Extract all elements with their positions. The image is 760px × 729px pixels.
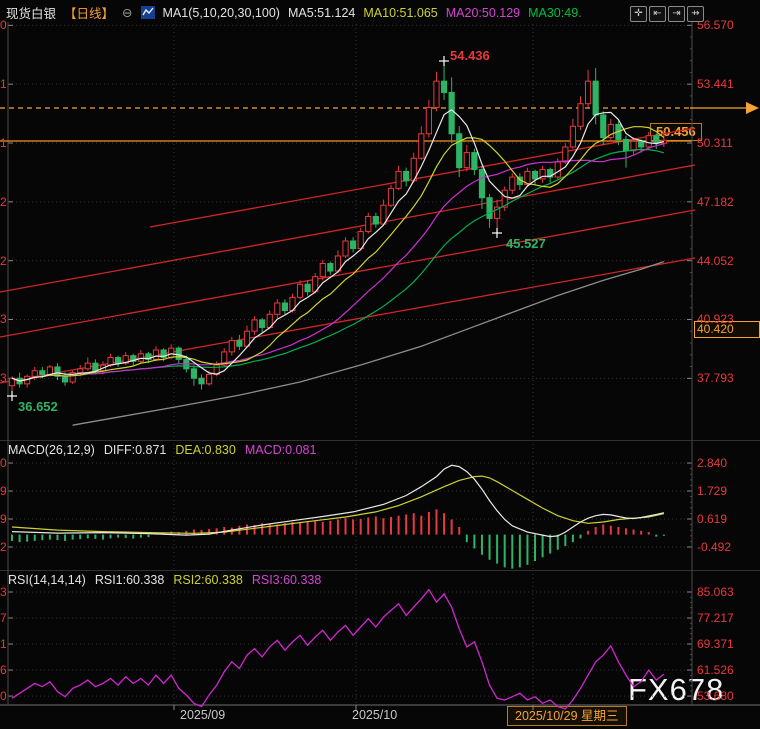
chart-canvas[interactable] [0,0,760,729]
period-tag: 【日线】 [64,3,114,22]
ma30-value: MA30:49. [528,6,582,20]
pan-icon[interactable]: ✛ [630,6,647,22]
ma20-value: MA20:50.129 [446,6,520,20]
ma5-value: MA5:51.124 [288,6,355,20]
collapse-icon[interactable]: ⊖ [122,5,132,20]
alert-arrow-icon [746,102,759,114]
shift-right-icon[interactable]: ⇸ [687,6,704,22]
ma10-value: MA10:51.065 [363,6,437,20]
chart-header: 现货白银 【日线】 ⊖ MA1(5,10,20,30,100) MA5:51.1… [6,3,582,22]
chart-toolbar: ✛⇤⇥⇸ [630,6,704,22]
ma-settings-label: MA1(5,10,20,30,100) [163,6,280,20]
symbol-title: 现货白银 [6,3,56,22]
fit-right-axis-icon[interactable]: ⇥ [668,6,685,22]
fit-left-axis-icon[interactable]: ⇤ [649,6,666,22]
candlestick-chart-icon [141,6,155,19]
trading-chart-app: 现货白银 【日线】 ⊖ MA1(5,10,20,30,100) MA5:51.1… [0,0,760,729]
